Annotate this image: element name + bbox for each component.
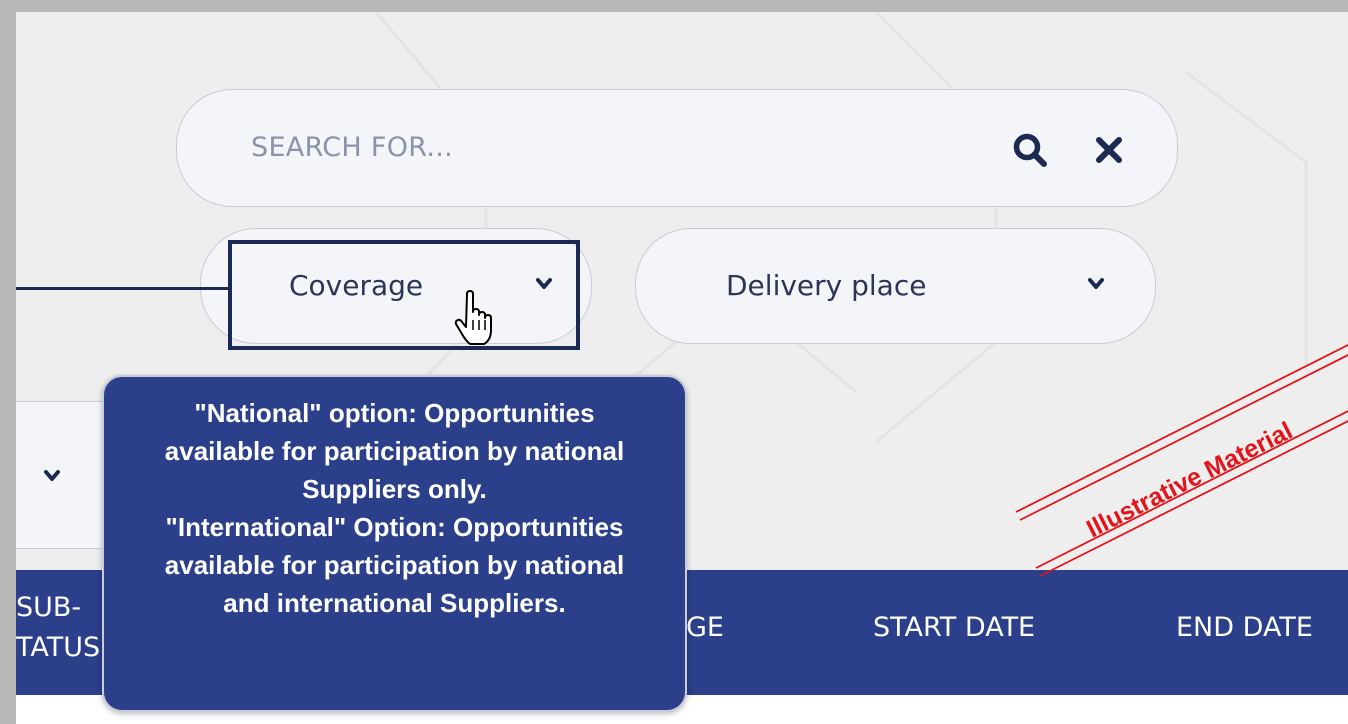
column-header-end-date[interactable]: END DATE [1176, 608, 1313, 648]
hand-pointer-icon [454, 290, 492, 345]
tooltip-line: "National" option: Opportunities [194, 398, 595, 428]
page-frame: Coverage Delivery place SUB- TATUS GE ST… [0, 0, 1348, 724]
column-header-start-date[interactable]: START DATE [873, 608, 1035, 648]
callout-line [16, 287, 230, 290]
column-header-stage[interactable]: GE [686, 608, 724, 648]
coverage-highlight-box [228, 240, 580, 350]
illustrative-material-watermark: Illustrative Material [1015, 344, 1348, 577]
search-input[interactable] [249, 124, 953, 170]
chevron-down-icon [44, 470, 60, 481]
close-icon[interactable] [1095, 136, 1123, 164]
tooltip-line: Suppliers only. [302, 474, 487, 504]
delivery-place-select[interactable]: Delivery place [635, 228, 1156, 344]
tooltip-line: available for participation by national [164, 550, 625, 580]
column-header-sub-status-line1[interactable]: SUB- [16, 588, 81, 628]
tooltip-line: available for participation by national [164, 436, 625, 466]
chevron-down-icon [1088, 278, 1104, 289]
tooltip-line: "International" Option: Opportunities [165, 512, 624, 542]
column-header-sub-status-line2[interactable]: TATUS [16, 628, 100, 668]
delivery-place-select-label: Delivery place [726, 269, 927, 302]
coverage-tooltip: "National" option: Opportunities availab… [102, 375, 687, 712]
search-icon[interactable] [1012, 132, 1048, 168]
tooltip-line: and international Suppliers. [223, 588, 566, 618]
search-bar [176, 89, 1178, 207]
